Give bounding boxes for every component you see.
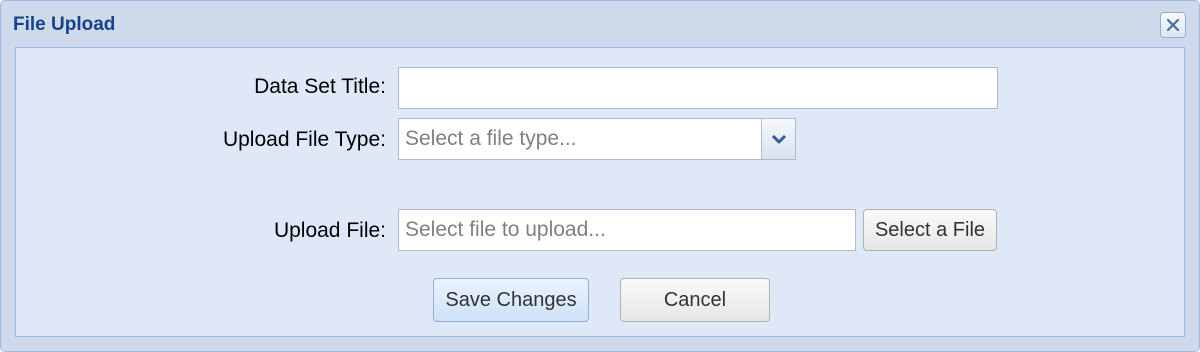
close-x-icon — [1166, 18, 1180, 32]
cancel-button[interactable]: Cancel — [620, 278, 770, 322]
save-changes-button[interactable]: Save Changes — [433, 278, 589, 322]
close-button[interactable] — [1160, 12, 1186, 38]
dialog-titlebar[interactable]: File Upload — [1, 1, 1199, 47]
chevron-down-icon — [771, 134, 787, 144]
data-set-title-label: Data Set Title: — [254, 75, 386, 98]
file-type-dropdown-trigger[interactable] — [762, 118, 796, 160]
upload-file-type-label: Upload File Type: — [222, 128, 386, 151]
upload-file-label: Upload File: — [273, 219, 386, 242]
dialog-body: Data Set Title: Upload File Type: Select… — [15, 47, 1185, 337]
select-file-button[interactable]: Select a File — [863, 209, 997, 251]
upload-file-input[interactable]: Select file to upload... — [398, 209, 856, 251]
dialog-title: File Upload — [13, 14, 116, 35]
file-type-combo[interactable]: Select a file type... — [398, 118, 762, 160]
data-set-title-input[interactable] — [398, 67, 998, 109]
file-upload-dialog: File Upload Data Set Title: Upload File … — [0, 0, 1200, 352]
